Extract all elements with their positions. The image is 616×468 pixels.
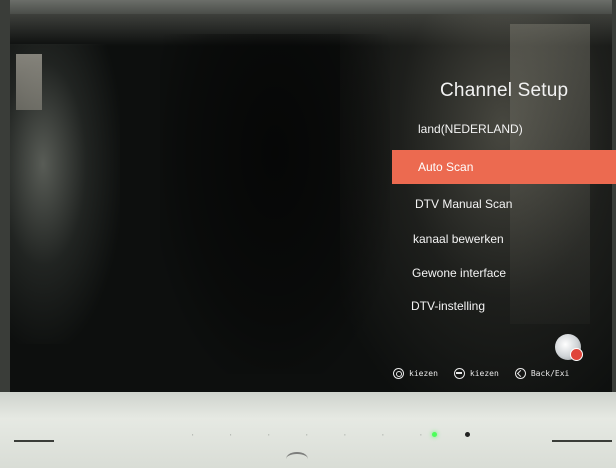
menu-item-label: Gewone interface <box>412 266 507 280</box>
tv-bezel-right <box>612 0 616 400</box>
menu-item-land[interactable]: land(NEDERLAND) <box>418 112 523 146</box>
help-hint-select: kiezen <box>409 368 438 378</box>
help-hint-back: Back/Exi <box>530 368 570 378</box>
bezel-divider-left <box>14 440 54 442</box>
help-bar: kiezen kiezen Back/Exi <box>393 364 585 382</box>
tv-screen <box>10 14 612 394</box>
menu-item-label: land(NEDERLAND) <box>418 122 523 136</box>
menu-item-label: DTV-instelling <box>411 299 486 313</box>
reflection-window <box>16 54 42 110</box>
bezel-label-mark: ▪ <box>344 432 346 437</box>
menu-item-kanaal-bewerken[interactable]: kanaal bewerken <box>413 222 504 256</box>
menu-item-dtv-instelling[interactable]: DTV-instelling <box>411 289 485 323</box>
photo-scene: Channel Setup land(NEDERLAND) Auto Scan … <box>0 0 616 468</box>
menu-item-label: DTV Manual Scan <box>415 197 513 211</box>
menu-item-dtv-manual-scan[interactable]: DTV Manual Scan <box>415 187 512 221</box>
power-led-icon <box>432 432 437 437</box>
brand-logo-icon <box>286 452 308 466</box>
bezel-label-mark: ▪ <box>420 432 422 437</box>
tv-bezel-top <box>0 0 616 14</box>
bezel-divider-right <box>552 440 612 442</box>
menu-item-label: kanaal bewerken <box>413 232 504 246</box>
menu-title: Channel Setup <box>440 80 569 101</box>
bezel-label-mark: ▪ <box>306 432 308 437</box>
ok-icon <box>393 367 404 379</box>
tv-bezel-bottom <box>0 392 616 468</box>
ir-sensor-icon <box>465 432 470 437</box>
help-hint-choose: kiezen <box>469 368 499 378</box>
reflection-person <box>160 34 390 374</box>
menu-item-gewone-interface[interactable]: Gewone interface <box>412 256 506 290</box>
bezel-label-mark: ▪ <box>268 432 270 437</box>
bezel-label-mark: ▪ <box>230 432 232 437</box>
menu-icon <box>453 367 465 379</box>
back-icon <box>514 367 526 379</box>
app-badge-icon <box>555 334 583 361</box>
tv-bezel-left <box>0 0 10 400</box>
menu-item-label: Auto Scan <box>418 160 474 174</box>
bezel-label-mark: ▪ <box>382 432 384 437</box>
bezel-label-mark: ▪ <box>192 432 194 437</box>
bezel-button-labels: ▪ ▪ ▪ ▪ ▪ ▪ ▪ <box>192 432 422 437</box>
menu-item-auto-scan[interactable]: Auto Scan <box>392 150 616 184</box>
